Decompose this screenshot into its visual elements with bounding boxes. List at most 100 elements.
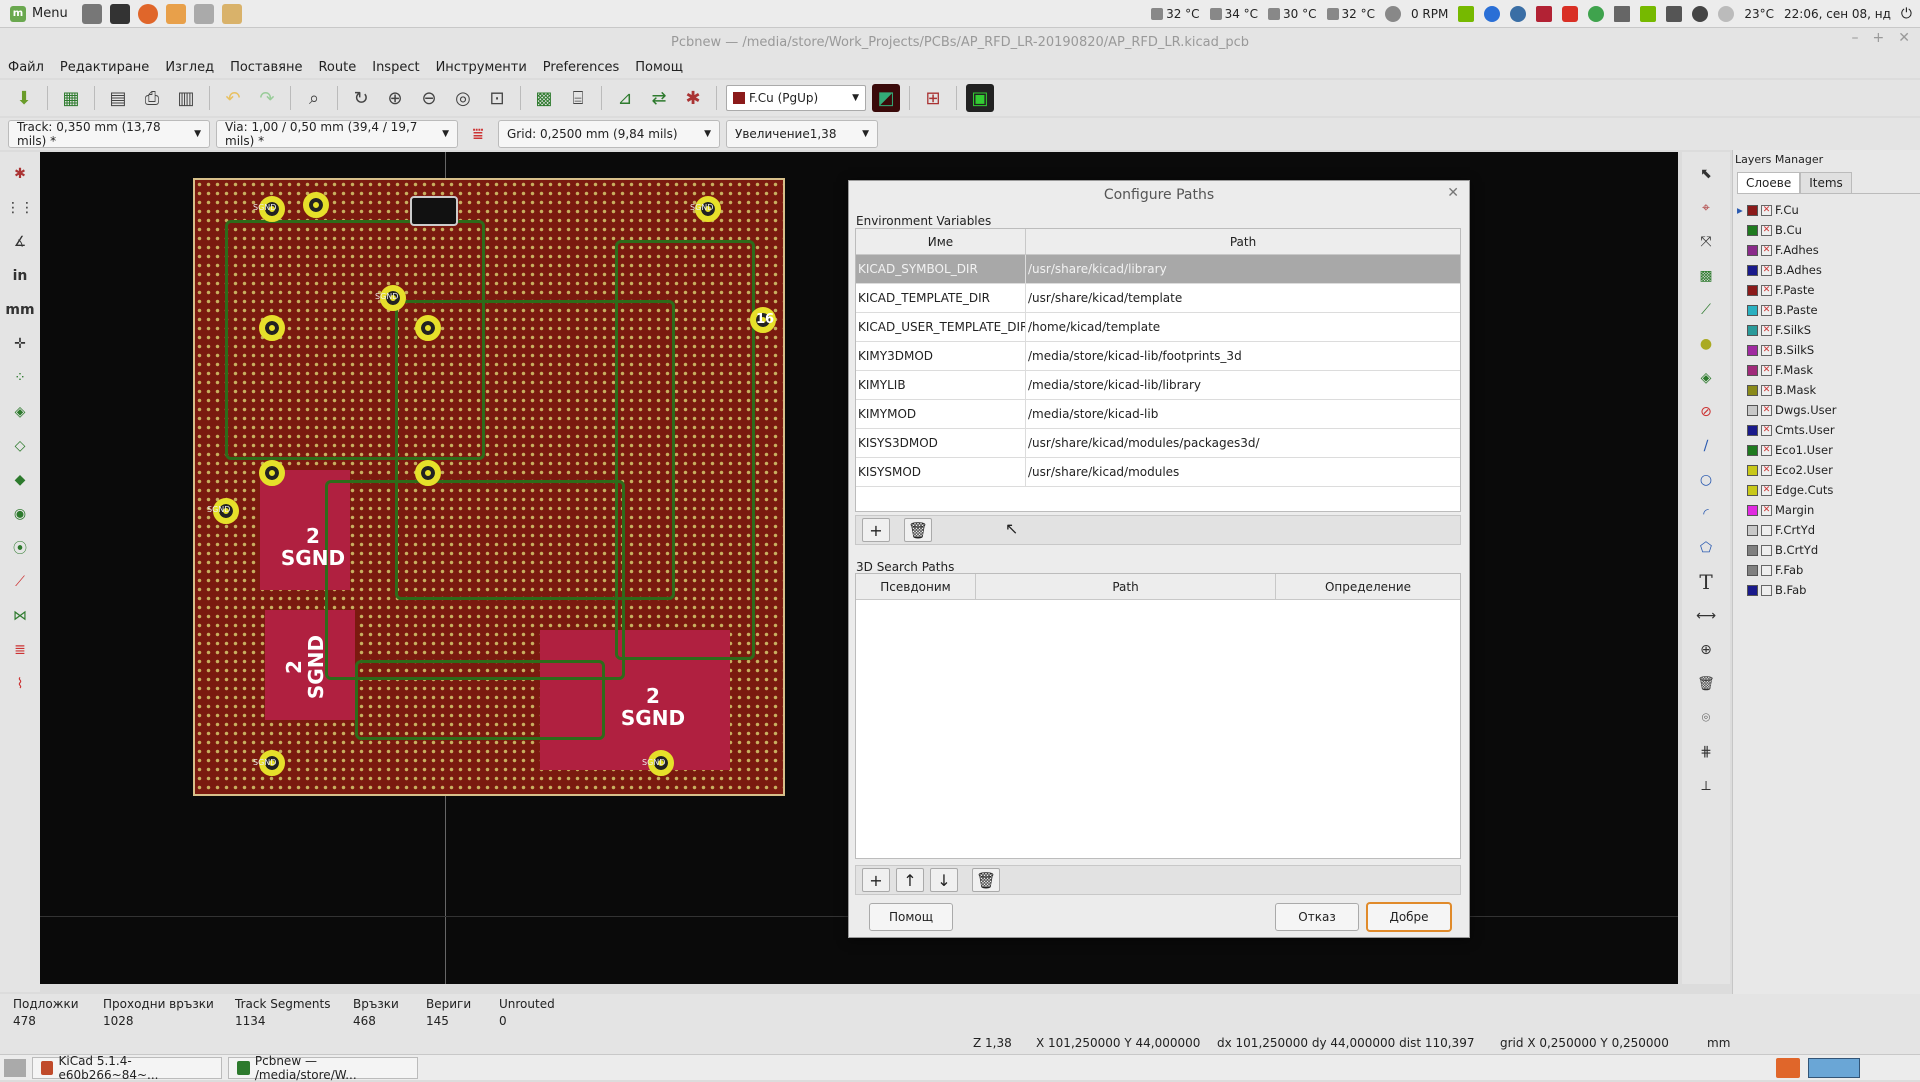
layer-color-swatch[interactable] xyxy=(1747,444,1758,456)
calculator-icon[interactable] xyxy=(193,3,214,24)
track-width-select[interactable]: Track: 0,350 mm (13,78 mils) * ▼ xyxy=(8,120,210,148)
add-line-icon[interactable]: ∕ xyxy=(1692,432,1720,460)
layer-row[interactable]: ✕ Cmts.User xyxy=(1733,420,1920,440)
env-var-path[interactable]: /media/store/kicad-lib/library xyxy=(1026,371,1460,399)
grid-toggle-icon[interactable]: ⋮⋮ xyxy=(6,194,34,222)
network-signal-icon[interactable] xyxy=(1614,6,1631,22)
layer-row[interactable]: ✕ B.Adhes xyxy=(1733,260,1920,280)
menu-preferences[interactable]: Preferences xyxy=(543,60,619,75)
env-var-name[interactable]: KISYSMOD xyxy=(856,458,1026,486)
auto-track-width-icon[interactable]: ⩸ xyxy=(464,120,492,148)
grid-select[interactable]: Grid: 0,2500 mm (9,84 mils) ▼ xyxy=(498,120,720,148)
select-arrow-icon[interactable]: ⬉ xyxy=(1692,160,1720,188)
board-setup-icon[interactable]: ▦ xyxy=(57,84,85,112)
vpn-icon[interactable] xyxy=(1510,6,1527,22)
footprint-viewer-icon[interactable]: ⌸ xyxy=(564,84,592,112)
polar-coords-icon[interactable]: ∡ xyxy=(6,228,34,256)
active-layer-select[interactable]: F.Cu (PgUp) ▼ xyxy=(726,85,866,111)
microwave-toggle-icon[interactable]: ⌇ xyxy=(6,670,34,698)
layer-color-swatch[interactable] xyxy=(1747,324,1758,336)
layer-visibility-checkbox[interactable]: ✕ xyxy=(1761,424,1772,436)
layer-color-swatch[interactable] xyxy=(1747,384,1758,396)
update-pcb-icon[interactable]: ⇄ xyxy=(645,84,673,112)
layer-row[interactable]: ✕ B.Mask xyxy=(1733,380,1920,400)
show-desktop-icon[interactable] xyxy=(4,1058,26,1077)
firefox-icon[interactable] xyxy=(137,3,158,24)
delete-env-var-button[interactable]: 🗑 xyxy=(904,518,932,542)
tab-layers[interactable]: Слоеве xyxy=(1737,172,1801,193)
microwave-tools-icon[interactable]: ⊞ xyxy=(919,84,947,112)
layer-visibility-checkbox[interactable] xyxy=(1761,564,1772,576)
via-size-select[interactable]: Via: 1,00 / 0,50 mm (39,4 / 19,7 mils) *… xyxy=(216,120,458,148)
clock[interactable]: 22:06, сен 08, нд xyxy=(1784,7,1891,21)
layer-row[interactable]: ✕ Eco2.User xyxy=(1733,460,1920,480)
ok-button[interactable]: Добре xyxy=(1367,903,1451,931)
env-var-row[interactable]: KIMYLIB/media/store/kicad-lib/library xyxy=(856,371,1460,400)
mm-units-toggle[interactable]: mm xyxy=(5,296,34,324)
local-ratsnest-icon[interactable]: ⤧ xyxy=(1692,228,1720,256)
menu-help[interactable]: Помощ xyxy=(635,60,683,75)
layer-row[interactable]: ✕ F.SilkS xyxy=(1733,320,1920,340)
env-var-row[interactable]: KICAD_SYMBOL_DIR/usr/share/kicad/library xyxy=(856,255,1460,284)
layer-visibility-checkbox[interactable] xyxy=(1761,544,1772,556)
zoom-selection-icon[interactable]: ⊡ xyxy=(483,84,511,112)
layer-row[interactable]: ✕ B.Cu xyxy=(1733,220,1920,240)
layer-visibility-checkbox[interactable]: ✕ xyxy=(1761,264,1772,276)
layer-visibility-checkbox[interactable]: ✕ xyxy=(1761,204,1772,216)
layer-visibility-checkbox[interactable]: ✕ xyxy=(1761,464,1772,476)
task-pcbnew[interactable]: Pcbnew — /media/store/W... xyxy=(228,1054,418,1082)
layer-visibility-checkbox[interactable] xyxy=(1761,584,1772,596)
env-var-path[interactable]: /usr/share/kicad/modules xyxy=(1026,458,1460,486)
layer-row[interactable]: ✕ Edge.Cuts xyxy=(1733,480,1920,500)
via-sketch-icon[interactable]: ⦿ xyxy=(6,534,34,562)
layer-visibility-checkbox[interactable]: ✕ xyxy=(1761,304,1772,316)
env-var-name[interactable]: KICAD_USER_TEMPLATE_DIR xyxy=(856,313,1026,341)
inch-units-toggle[interactable]: in xyxy=(6,262,34,290)
measure-icon[interactable]: ⟂ xyxy=(1692,772,1720,800)
layer-color-swatch[interactable] xyxy=(1747,204,1758,216)
column-header-alias[interactable]: Псевдоним xyxy=(856,574,976,599)
env-var-name[interactable]: KICAD_SYMBOL_DIR xyxy=(856,255,1026,283)
env-var-path[interactable]: /usr/share/kicad/library xyxy=(1026,255,1460,283)
menu-tools[interactable]: Инструменти xyxy=(436,60,527,75)
env-var-name[interactable]: KIMYMOD xyxy=(856,400,1026,428)
cursor-shape-icon[interactable]: ✛ xyxy=(6,330,34,358)
move-down-button[interactable]: ↓ xyxy=(930,868,958,892)
footprint-editor-icon[interactable]: ▩ xyxy=(530,84,558,112)
layer-visibility-checkbox[interactable]: ✕ xyxy=(1761,244,1772,256)
add-target-icon[interactable]: ⊕ xyxy=(1692,636,1720,664)
high-contrast-icon[interactable]: ⋈ xyxy=(6,602,34,630)
print-icon[interactable]: ⎙ xyxy=(138,84,166,112)
add-search-path-button[interactable]: + xyxy=(862,868,890,892)
pcb-board[interactable]: 2 SGND 2 SGND 2 SGND 16 SGND SGND SGND SGND… xyxy=(193,178,785,796)
find-icon[interactable]: ⌕ xyxy=(300,84,328,112)
add-zone-icon[interactable]: ◈ xyxy=(1692,364,1720,392)
set-origin-icon[interactable]: ⌾ xyxy=(1692,704,1720,732)
layer-row[interactable]: F.CrtYd xyxy=(1733,520,1920,540)
layer-visibility-checkbox[interactable]: ✕ xyxy=(1761,224,1772,236)
layer-color-swatch[interactable] xyxy=(1747,484,1758,496)
layer-visibility-checkbox[interactable]: ✕ xyxy=(1761,404,1772,416)
zone-outline-icon[interactable]: ◇ xyxy=(6,432,34,460)
close-icon[interactable]: ✕ xyxy=(1447,185,1459,201)
env-var-row[interactable]: KICAD_USER_TEMPLATE_DIR/home/kicad/templ… xyxy=(856,313,1460,342)
layer-row[interactable]: ✕ B.SilkS xyxy=(1733,340,1920,360)
track-sketch-icon[interactable]: ⟋ xyxy=(6,568,34,596)
layer-visibility-checkbox[interactable]: ✕ xyxy=(1761,324,1772,336)
page-settings-icon[interactable]: ▤ xyxy=(104,84,132,112)
layer-row[interactable]: ✕ F.Mask xyxy=(1733,360,1920,380)
env-var-row[interactable]: KIMYMOD/media/store/kicad-lib xyxy=(856,400,1460,429)
ratsnest-icon[interactable]: ⁘ xyxy=(6,364,34,392)
layer-row[interactable]: ✕ Margin xyxy=(1733,500,1920,520)
add-arc-icon[interactable]: ◜ xyxy=(1692,500,1720,528)
layer-row[interactable]: ✕ Eco1.User xyxy=(1733,440,1920,460)
volume-icon[interactable] xyxy=(1692,6,1709,22)
env-var-name[interactable]: KICAD_TEMPLATE_DIR xyxy=(856,284,1026,312)
column-header-path[interactable]: Path xyxy=(1026,229,1460,254)
layer-visibility-checkbox[interactable]: ✕ xyxy=(1761,504,1772,516)
minimize-icon[interactable]: – xyxy=(1852,30,1859,46)
add-dimension-icon[interactable]: ⟷ xyxy=(1692,602,1720,630)
add-text-icon[interactable]: T xyxy=(1692,568,1720,596)
netlist-icon[interactable]: ⊿ xyxy=(611,84,639,112)
env-var-path[interactable]: /media/store/kicad-lib/footprints_3d xyxy=(1026,342,1460,370)
